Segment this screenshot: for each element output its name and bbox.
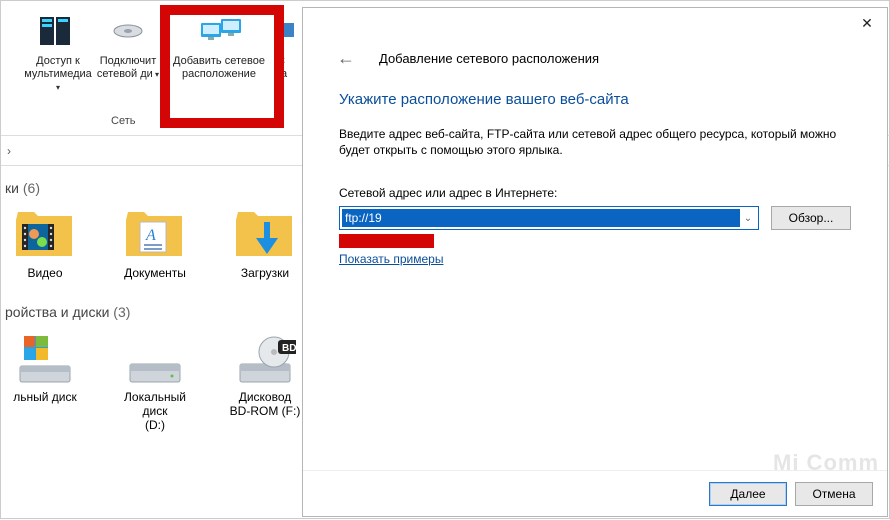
address-combobox[interactable]: ⌄ — [339, 206, 759, 230]
control-panel-icon — [275, 13, 295, 51]
drive-label: ДисководBD-ROM (F:) — [230, 390, 301, 418]
chevron-down-icon: ▾ — [153, 70, 159, 79]
cancel-button[interactable]: Отмена — [795, 482, 873, 506]
show-examples-link[interactable]: Показать примеры — [339, 252, 443, 266]
drive-local-c[interactable]: льный диск — [5, 330, 85, 432]
dialog-body: Укажите расположение вашего веб-сайта Вв… — [303, 91, 887, 470]
ribbon-item-label: Добавить сетевоерасположение — [173, 55, 265, 81]
folder-downloads[interactable]: Загрузки — [225, 206, 305, 280]
back-button[interactable]: ← — [333, 44, 359, 73]
address-input-row: ⌄ Обзор... — [339, 206, 851, 230]
add-network-location-dialog: ✕ ← Добавление сетевого расположения Ука… — [302, 7, 888, 517]
drive-hdd-icon — [123, 330, 187, 386]
ribbon-add-network-location[interactable]: Добавить сетевоерасположение — [163, 9, 275, 81]
wizard-title: Добавление сетевого расположения — [379, 51, 599, 66]
dialog-titlebar: ✕ — [303, 8, 887, 44]
dialog-footer: Далее Отмена — [303, 470, 887, 516]
ribbon-item-label: Спа — [275, 55, 287, 81]
ribbon-item-label: Доступ кмультимедиа ▾ — [23, 55, 93, 94]
drive-label: льный диск — [13, 390, 77, 404]
dropdown-button[interactable]: ⌄ — [740, 213, 756, 224]
drive-label: Локальный диск(D:) — [115, 390, 195, 432]
chevron-right-icon: › — [7, 144, 11, 158]
dialog-header: ← Добавление сетевого расположения — [303, 44, 887, 91]
address-input[interactable] — [342, 209, 740, 227]
folder-label: Загрузки — [241, 266, 289, 280]
ribbon-group-label: Сеть — [111, 115, 135, 127]
address-field-label: Сетевой адрес или адрес в Интернете: — [339, 186, 851, 200]
ribbon-item-label: Подключитсетевой ди ▾ — [97, 55, 159, 81]
ribbon-control-panel[interactable]: Спа — [275, 9, 299, 81]
media-icon — [36, 13, 80, 51]
folder-videos[interactable]: Видео — [5, 206, 85, 280]
drive-bd-rom[interactable]: BD ДисководBD-ROM (F:) — [225, 330, 305, 432]
drive-windows-icon — [13, 330, 77, 386]
next-button[interactable]: Далее — [709, 482, 787, 506]
redaction-bar — [339, 234, 434, 248]
svg-text:A: A — [145, 227, 156, 244]
folder-label: Документы — [124, 266, 186, 280]
chevron-down-icon: ⌄ — [744, 213, 752, 224]
chevron-down-icon: ▾ — [56, 83, 60, 92]
network-drive-icon — [106, 13, 150, 51]
folder-label: Видео — [27, 266, 62, 280]
dialog-heading: Укажите расположение вашего веб-сайта — [339, 91, 851, 108]
ribbon-media-access[interactable]: Доступ кмультимедиа ▾ — [23, 9, 93, 94]
svg-text:BD: BD — [282, 343, 296, 354]
dialog-description: Введите адрес веб-сайта, FTP-сайта или с… — [339, 126, 851, 158]
arrow-left-icon: ← — [337, 48, 355, 68]
close-icon: ✕ — [861, 15, 873, 32]
folder-documents-icon: A — [123, 206, 187, 262]
browse-button[interactable]: Обзор... — [771, 206, 851, 230]
folder-documents[interactable]: A Документы — [115, 206, 195, 280]
drive-bd-icon: BD — [233, 330, 297, 386]
ribbon-map-network-drive[interactable]: Подключитсетевой ди ▾ — [93, 9, 163, 81]
drive-local-d[interactable]: Локальный диск(D:) — [115, 330, 195, 432]
close-button[interactable]: ✕ — [847, 8, 887, 38]
folder-video-icon — [13, 206, 77, 262]
add-network-location-icon — [197, 13, 241, 51]
folder-downloads-icon — [233, 206, 297, 262]
